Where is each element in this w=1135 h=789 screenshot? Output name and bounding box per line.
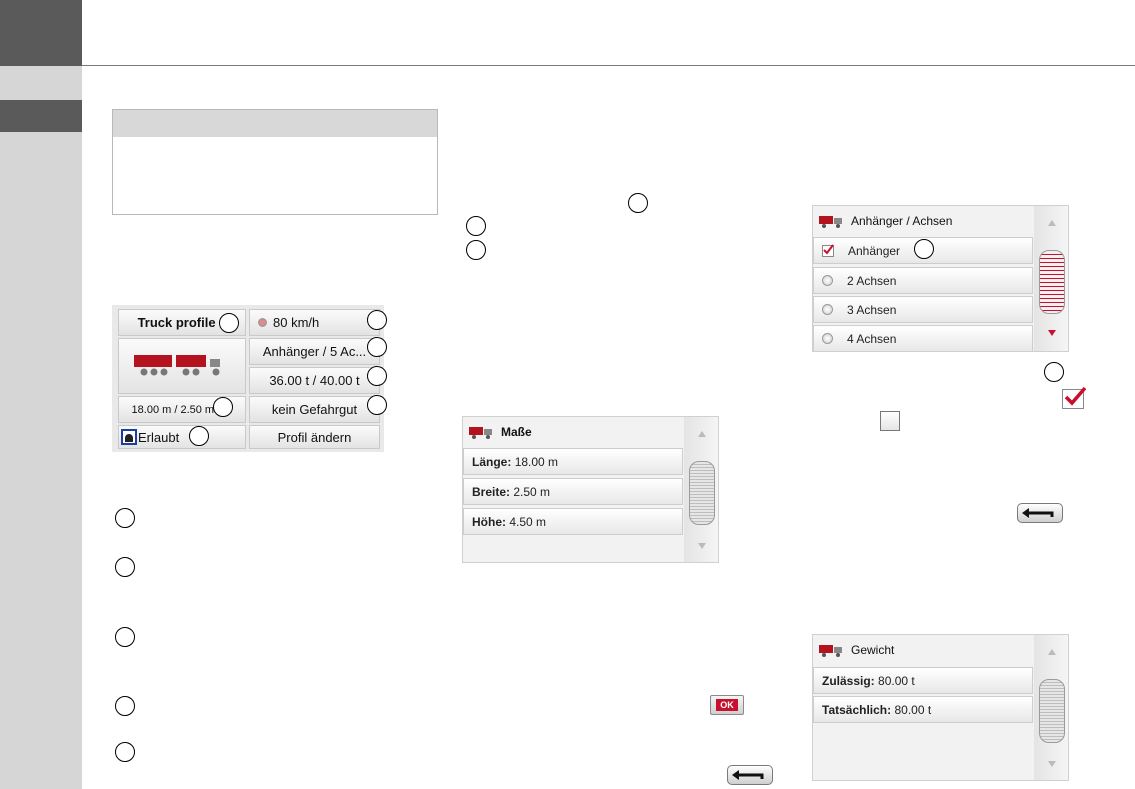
axles-2-label: 2 Achsen (847, 273, 897, 288)
callout-marker (213, 397, 233, 417)
scroll-thumb[interactable] (1039, 679, 1065, 743)
gewicht-title: Gewicht (851, 643, 895, 657)
gewicht-screen: Gewicht Zulässig: 80.00 t Tatsächlich: 8… (812, 634, 1069, 781)
speed-dot-icon (258, 318, 267, 327)
note-box-header (113, 110, 437, 137)
hazmat-button[interactable]: kein Gefahrgut (249, 396, 380, 423)
checkbox-empty-icon (880, 411, 900, 431)
masse-scrollbar[interactable] (684, 417, 718, 562)
sidebar (0, 66, 82, 789)
tunnel-label: Erlaubt (138, 429, 180, 445)
checkbox-checked-icon[interactable] (822, 243, 834, 257)
gewicht-header: Gewicht (813, 635, 1033, 665)
height-label: Höhe: (472, 514, 506, 529)
scroll-down-icon[interactable] (698, 543, 706, 549)
length-label: Länge: (472, 454, 512, 469)
height-row[interactable]: Höhe: 4.50 m (463, 508, 683, 535)
length-value: 18.00 m (514, 454, 559, 469)
sidebar-header-block (0, 0, 82, 66)
note-box (112, 109, 438, 215)
trailer-label: Anhänger (848, 243, 901, 258)
permitted-value: 80.00 t (878, 673, 915, 688)
masse-screen: Maße Länge: 18.00 m Breite: 2.50 m Höhe:… (462, 416, 719, 563)
trailer-axles-button[interactable]: Anhänger / 5 Ac... (249, 338, 380, 365)
back-arrow-icon (1017, 503, 1063, 523)
tunnel-icon (121, 429, 137, 445)
weight-button[interactable]: 36.00 t / 40.00 t (249, 367, 380, 394)
axles-2-row[interactable]: 2 Achsen (813, 267, 1033, 294)
callout-marker (189, 426, 209, 446)
scroll-thumb[interactable] (689, 461, 715, 525)
tunnel-button[interactable]: Erlaubt (118, 425, 246, 449)
ok-label: OK (716, 699, 738, 711)
back-arrow-icon (727, 765, 773, 785)
scroll-up-icon[interactable] (698, 431, 706, 437)
masse-header: Maße (463, 417, 683, 447)
axles-4-label: 4 Achsen (847, 331, 897, 346)
callout-marker (367, 366, 387, 386)
callout-marker (367, 337, 387, 357)
axles-3-label: 3 Achsen (847, 302, 897, 317)
truck-icon (469, 425, 495, 439)
truck-icon (134, 355, 220, 376)
gewicht-scrollbar[interactable] (1034, 635, 1068, 780)
achsen-screen: Anhänger / Achsen Anhänger 2 Achsen 3 Ac… (812, 205, 1069, 352)
axles-4-row[interactable]: 4 Achsen (813, 325, 1033, 351)
masse-title: Maße (501, 425, 532, 439)
callout-marker (466, 240, 486, 260)
profile-name-label: Truck profile 1 (137, 315, 227, 330)
legend-marker (115, 508, 135, 528)
scroll-down-icon[interactable] (1048, 761, 1056, 767)
achsen-scrollbar[interactable] (1034, 206, 1068, 351)
radio-icon[interactable] (822, 275, 833, 286)
legend-marker (115, 557, 135, 577)
actual-value: 80.00 t (894, 702, 932, 717)
change-profile-label: Profil ändern (277, 429, 352, 445)
scroll-down-icon[interactable] (1048, 330, 1056, 336)
speed-button[interactable]: 80 km/h (249, 309, 380, 336)
callout-marker (367, 310, 387, 330)
truck-icon (819, 643, 845, 657)
callout-marker (1044, 362, 1064, 382)
axles-3-row[interactable]: 3 Achsen (813, 296, 1033, 323)
callout-marker (914, 239, 934, 259)
actual-weight-row[interactable]: Tatsächlich: 80.00 t (813, 696, 1033, 723)
radio-icon[interactable] (822, 304, 833, 315)
speed-label: 80 km/h (273, 315, 320, 330)
height-value: 4.50 m (509, 514, 547, 529)
trailer-axles-label: Anhänger / 5 Ac... (262, 344, 367, 359)
actual-label: Tatsächlich: (822, 702, 892, 717)
width-row[interactable]: Breite: 2.50 m (463, 478, 683, 505)
sidebar-chapter-tab (0, 100, 82, 132)
scroll-up-icon[interactable] (1048, 649, 1056, 655)
ok-button-icon: OK (710, 695, 744, 715)
width-value: 2.50 m (513, 484, 551, 499)
callout-marker (367, 395, 387, 415)
achsen-header: Anhänger / Achsen (813, 206, 1033, 236)
callout-marker (219, 313, 239, 333)
callout-marker (628, 193, 648, 213)
achsen-title: Anhänger / Achsen (851, 214, 953, 228)
radio-icon[interactable] (822, 333, 833, 344)
legend-marker (115, 627, 135, 647)
header-rule (82, 65, 1135, 66)
checkbox-checked-icon (1062, 386, 1087, 409)
legend-marker (115, 742, 135, 762)
weight-label: 36.00 t / 40.00 t (269, 373, 360, 388)
truck-icon (819, 214, 845, 228)
length-row[interactable]: Länge: 18.00 m (463, 448, 683, 475)
legend-marker (115, 696, 135, 716)
truck-profile-panel: Truck profile 1 80 km/h Anhänger / 5 Ac.… (112, 305, 384, 452)
scroll-up-icon[interactable] (1048, 220, 1056, 226)
callout-marker (466, 216, 486, 236)
truck-image (118, 338, 246, 394)
scroll-thumb[interactable] (1039, 250, 1065, 314)
permitted-label: Zulässig: (822, 673, 875, 688)
change-profile-button[interactable]: Profil ändern (249, 425, 380, 449)
permitted-weight-row[interactable]: Zulässig: 80.00 t (813, 667, 1033, 694)
width-label: Breite: (472, 484, 511, 499)
hazmat-label: kein Gefahrgut (271, 402, 358, 417)
